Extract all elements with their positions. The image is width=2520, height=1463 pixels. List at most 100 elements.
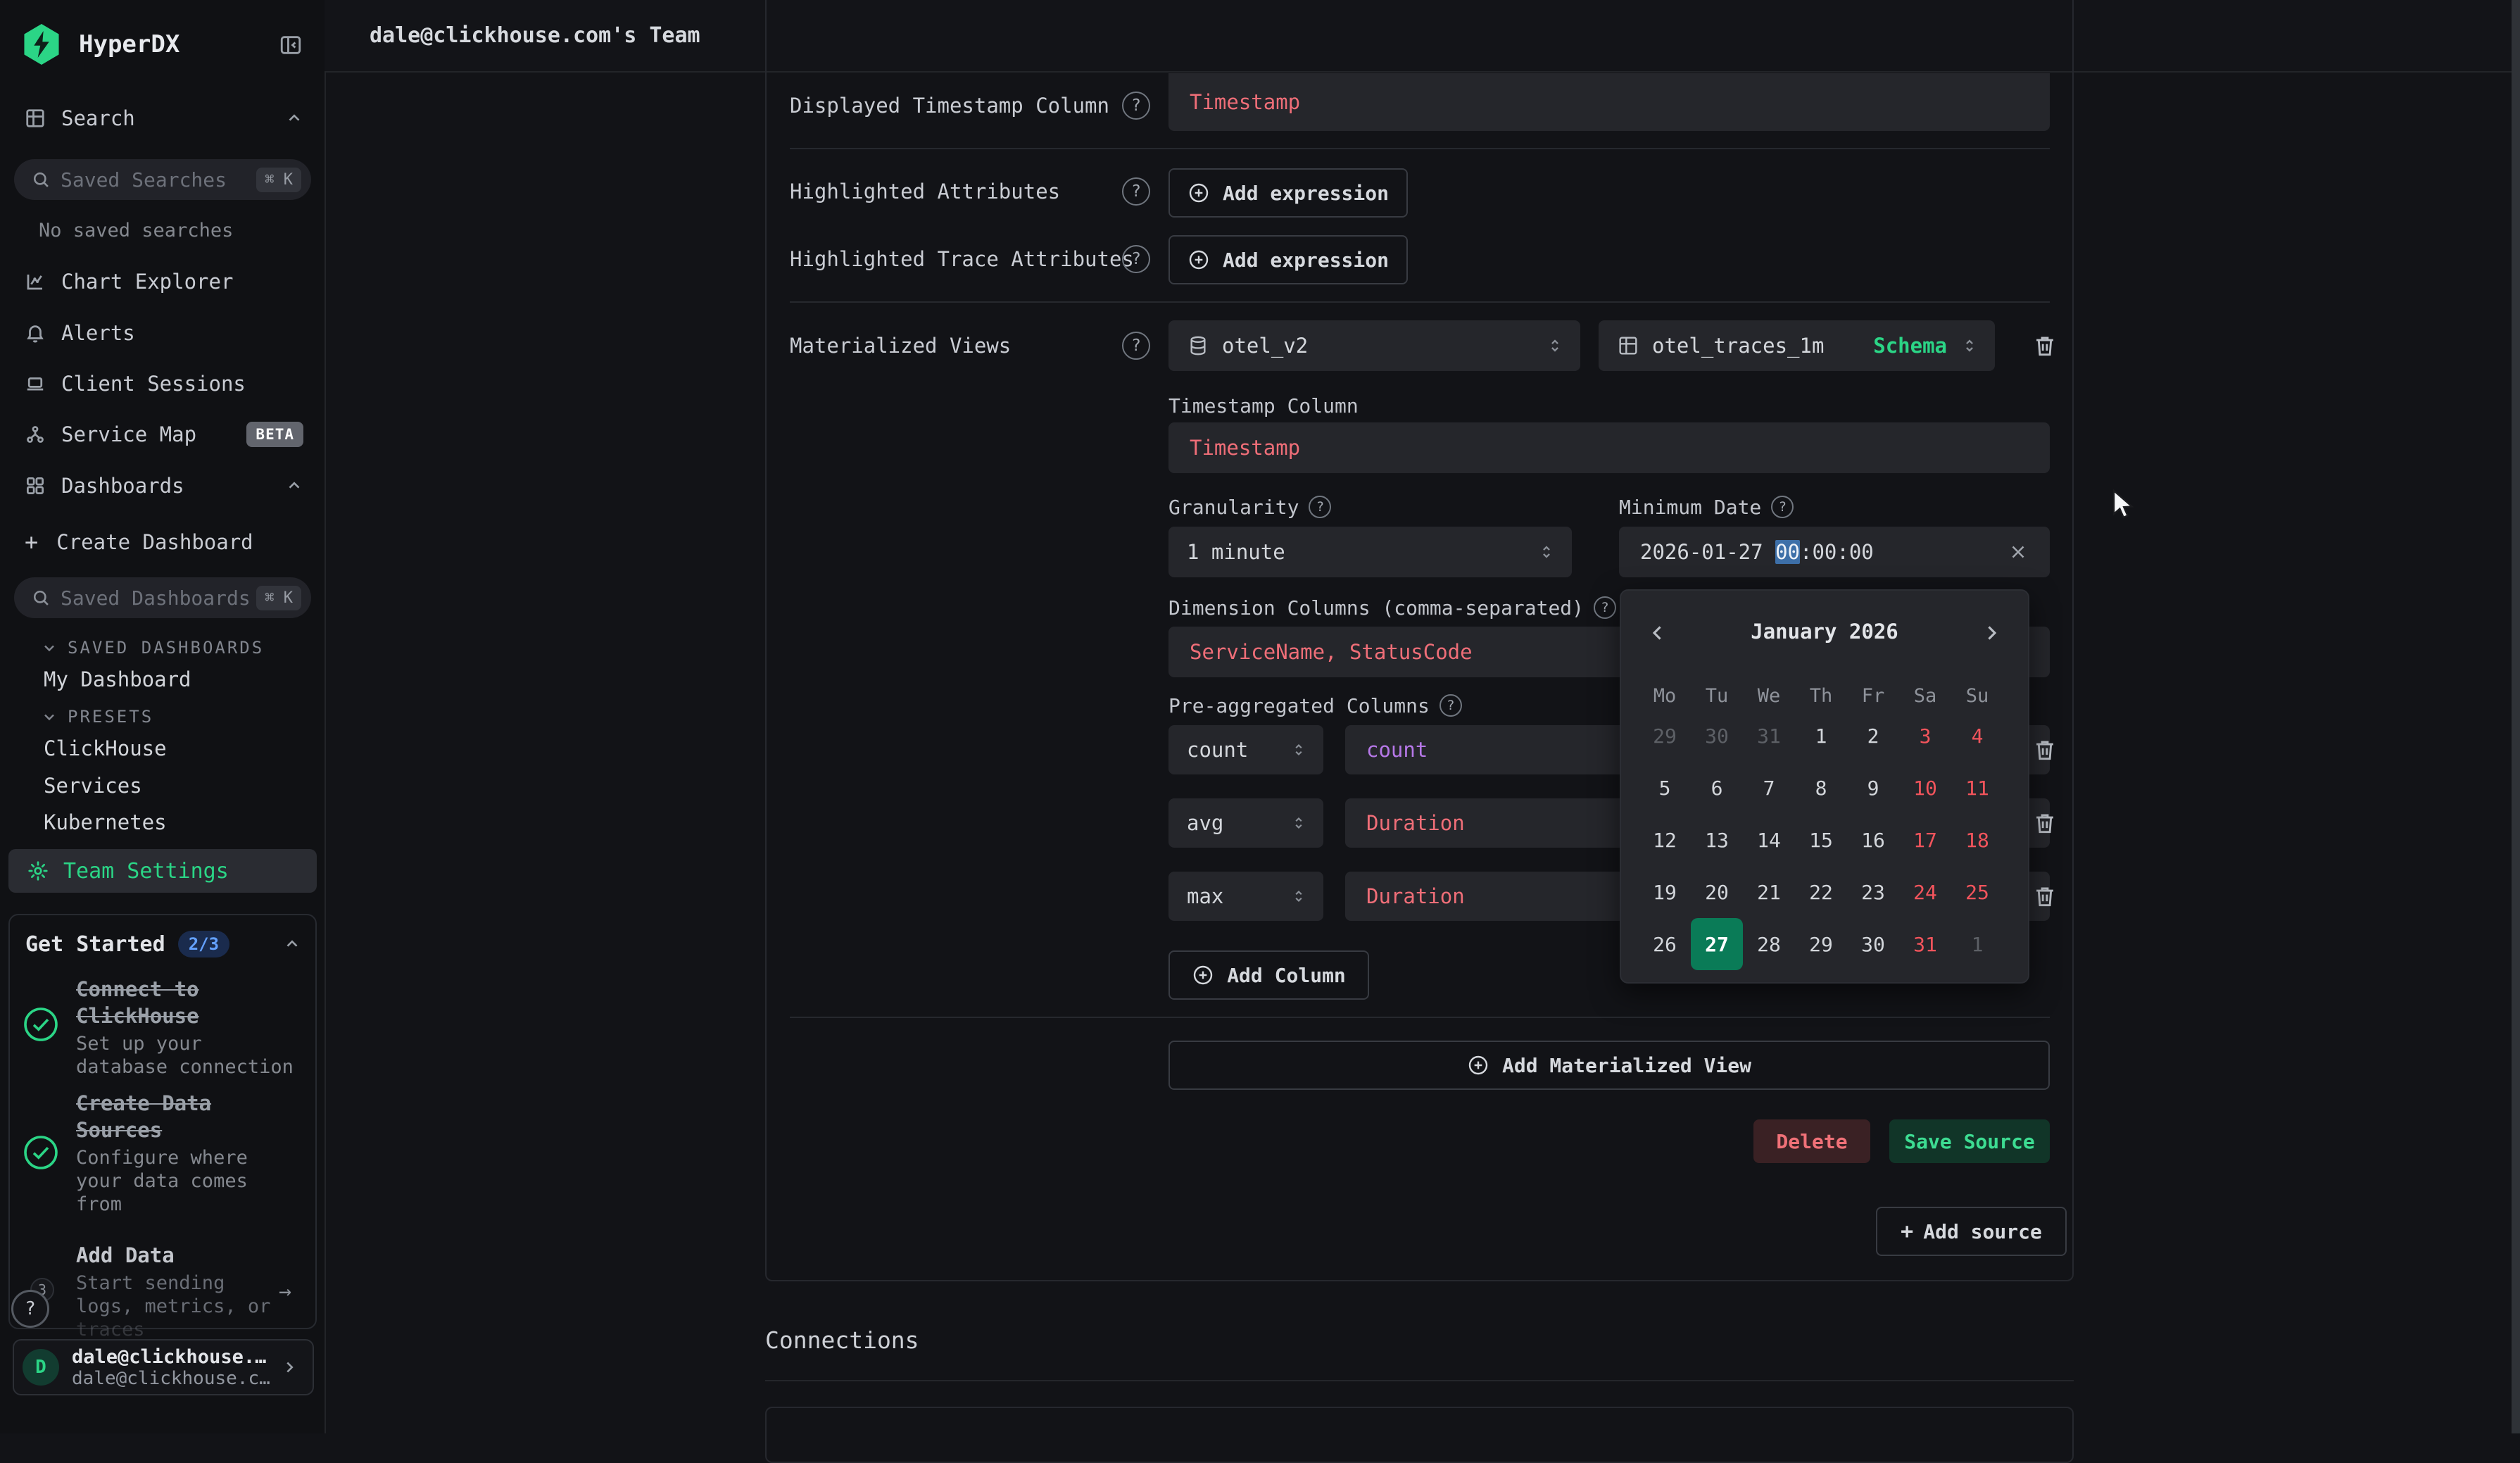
calendar-day[interactable]: 5 [1639,762,1691,814]
divider [790,301,2050,303]
calendar-day[interactable]: 12 [1639,814,1691,866]
trash-icon[interactable] [2031,332,2058,359]
calendar-day[interactable]: 29 [1639,710,1691,762]
help-icon[interactable]: ? [1122,245,1150,273]
calendar-day[interactable]: 31 [1899,918,1951,970]
section-saved-dashboards[interactable]: SAVED DASHBOARDS [0,631,364,665]
get-started-step-2[interactable]: Create DataSources Configure whereyour d… [76,1090,308,1216]
calendar-day[interactable]: 24 [1899,866,1951,918]
calendar-day[interactable]: 11 [1951,762,2003,814]
item-label: Kubernetes [44,810,167,834]
sidebar-item-client-sessions[interactable]: Client Sessions [0,361,323,406]
clear-icon[interactable] [2008,541,2029,563]
add-source-button[interactable]: + Add source [1876,1207,2067,1256]
calendar-day[interactable]: 8 [1795,762,1847,814]
schema-badge[interactable]: Schema [1873,334,1947,358]
create-dashboard-button[interactable]: + Create Dashboard [0,520,323,565]
mv-database-select[interactable]: otel_v2 [1168,320,1580,371]
calendar-month-title[interactable]: January 2026 [1620,620,2029,643]
add-expression-button[interactable]: Add expression [1168,235,1408,284]
calendar-day[interactable]: 19 [1639,866,1691,918]
sidebar-item-my-dashboard[interactable]: My Dashboard [0,660,367,698]
calendar-day[interactable]: 10 [1899,762,1951,814]
granularity-select[interactable]: 1 minute [1168,527,1572,577]
sidebar-item-kubernetes[interactable]: Kubernetes [0,803,367,841]
calendar-day[interactable]: 30 [1691,710,1743,762]
calendar-day[interactable]: 7 [1743,762,1795,814]
calendar-day[interactable]: 18 [1951,814,2003,866]
sidebar-group-dashboards[interactable]: Dashboards [0,463,323,508]
sidebar-item-alerts[interactable]: Alerts [0,310,323,356]
help-icon[interactable]: ? [1309,496,1331,518]
add-materialized-view-button[interactable]: Add Materialized View [1168,1041,2050,1090]
calendar-day[interactable]: 20 [1691,866,1743,918]
calendar-day[interactable]: 28 [1743,918,1795,970]
highlighted-attributes-label: Highlighted Attributes [790,170,1060,213]
mv-table-select[interactable]: otel_traces_1m Schema [1599,320,1995,371]
calendar-day[interactable]: 16 [1847,814,1899,866]
saved-searches-input[interactable]: Saved Searches ⌘ K [14,159,311,200]
help-icon[interactable]: ? [1122,177,1150,206]
trash-icon[interactable] [2031,810,2058,836]
chevrons-up-down-icon [1290,814,1308,832]
calendar-grid[interactable]: MoTuWeThFrSaSu29303112345678910111213141… [1639,682,2003,970]
sidebar-item-service-map[interactable]: Service Map BETA [0,412,323,457]
calendar-day[interactable]: 3 [1899,710,1951,762]
help-icon[interactable]: ? [1122,92,1150,120]
step-desc: Start sendinglogs, metrics, ortraces [76,1272,287,1341]
sidebar-collapse-icon[interactable] [279,33,303,57]
displayed-timestamp-input[interactable]: Timestamp [1168,73,2050,131]
calendar-day[interactable]: 15 [1795,814,1847,866]
calendar-day[interactable]: 2 [1847,710,1899,762]
help-icon[interactable]: ? [1439,694,1462,717]
sidebar-item-services[interactable]: Services [0,767,367,805]
calendar-day-selected[interactable]: 27 [1691,918,1743,970]
help-button[interactable]: ? [11,1290,49,1328]
saved-dashboards-input[interactable]: Saved Dashboards ⌘ K [14,577,311,618]
trash-icon[interactable] [2031,883,2058,910]
calendar-day[interactable]: 4 [1951,710,2003,762]
calendar-day[interactable]: 31 [1743,710,1795,762]
calendar-day[interactable]: 29 [1795,918,1847,970]
help-icon[interactable]: ? [1122,332,1150,360]
calendar-day[interactable]: 23 [1847,866,1899,918]
chevron-up-icon [285,109,303,127]
sidebar-item-chart-explorer[interactable]: Chart Explorer [0,259,323,304]
get-started-step-3[interactable]: Add Data Start sendinglogs, metrics, ort… [76,1242,287,1341]
sidebar-item-clickhouse[interactable]: ClickHouse [0,729,367,767]
help-icon[interactable]: ? [1771,496,1794,518]
calendar-day[interactable]: 21 [1743,866,1795,918]
min-date-input[interactable]: 2026-01-27 00:00:00 [1619,527,2050,577]
scrollbar[interactable] [2512,0,2520,1433]
select-value: avg [1187,811,1277,835]
delete-button[interactable]: Delete [1753,1119,1870,1163]
calendar-next-icon[interactable] [1979,621,2003,645]
get-started-step-1[interactable]: Connect toClickHouse Set up yourdatabase… [76,976,308,1079]
calendar-day[interactable]: 25 [1951,866,2003,918]
preagg-fn-select[interactable]: max [1168,872,1323,921]
save-source-button[interactable]: Save Source [1889,1119,2050,1163]
help-icon[interactable]: ? [1594,596,1616,619]
add-expression-button[interactable]: Add expression [1168,168,1408,218]
sidebar-group-search[interactable]: Search [0,96,323,141]
ts-column-input[interactable]: Timestamp [1168,422,2050,473]
user-menu[interactable]: D dale@clickhouse.… dale@clickhouse.c… [13,1339,314,1395]
calendar-day[interactable]: 14 [1743,814,1795,866]
calendar-day[interactable]: 17 [1899,814,1951,866]
calendar-day[interactable]: 30 [1847,918,1899,970]
get-started-header[interactable]: Get Started 2/3 [25,931,301,957]
calendar-day[interactable]: 26 [1639,918,1691,970]
calendar-day[interactable]: 1 [1795,710,1847,762]
trash-icon[interactable] [2031,736,2058,763]
sidebar-item-team-settings[interactable]: Team Settings [8,849,317,893]
calendar-day[interactable]: 13 [1691,814,1743,866]
calendar-day[interactable]: 6 [1691,762,1743,814]
calendar-day[interactable]: 9 [1847,762,1899,814]
add-column-button[interactable]: Add Column [1168,950,1369,1000]
section-presets[interactable]: PRESETS [0,700,364,734]
preagg-fn-select[interactable]: count [1168,725,1323,774]
chevron-down-icon [41,708,58,725]
calendar-day[interactable]: 22 [1795,866,1847,918]
calendar-day[interactable]: 1 [1951,918,2003,970]
preagg-fn-select[interactable]: avg [1168,798,1323,848]
